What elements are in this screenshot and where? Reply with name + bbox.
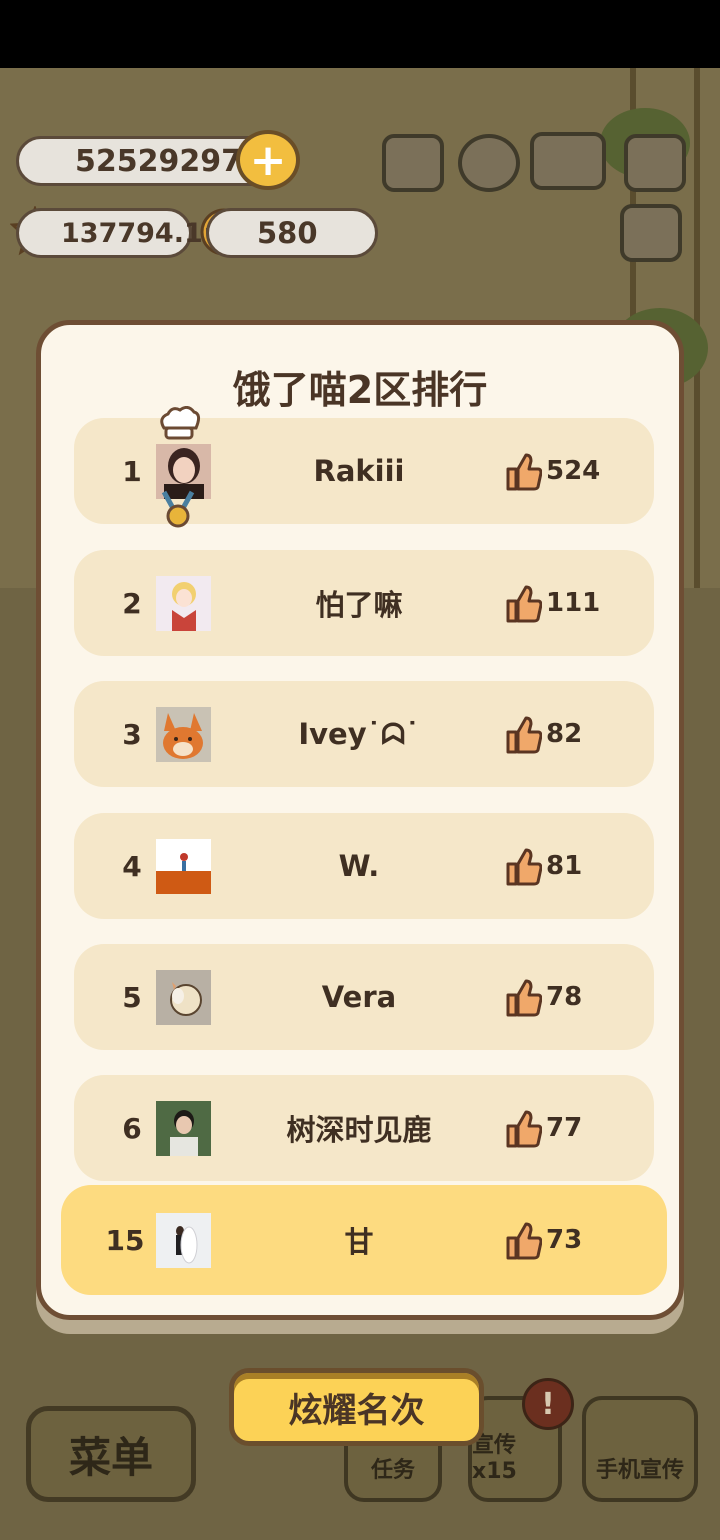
avatar[interactable] (156, 707, 211, 762)
notice-board-icon[interactable] (620, 204, 682, 262)
like-count: 524 (546, 456, 601, 486)
likes: 81 (504, 813, 582, 919)
like-count: 82 (546, 719, 583, 749)
player-name: 树深时见鹿 (286, 1113, 432, 1147)
status-bar (0, 0, 720, 68)
likes: 82 (504, 681, 582, 787)
likes: 78 (504, 944, 582, 1050)
rank-number: 15 (105, 1223, 145, 1257)
phone-promo-button[interactable]: 手机宣传 (582, 1396, 698, 1502)
ranking-row[interactable]: 4 W. 81 (74, 813, 654, 919)
alert-icon: ! (522, 1378, 574, 1430)
star-count: 137794.1 (61, 217, 203, 249)
star-counter: 137794.1 (16, 208, 203, 258)
add-coins-button[interactable]: + (236, 130, 300, 190)
like-count: 111 (546, 588, 601, 618)
player-name: 怕了嘛 (315, 588, 403, 622)
rank-number: 2 (122, 586, 142, 620)
modal-title: 饿了喵2区排行 (232, 368, 488, 412)
rank-number: 1 (122, 454, 142, 488)
book-icon[interactable] (530, 132, 606, 190)
bell-counter: 580 (206, 208, 378, 258)
avatar[interactable] (156, 576, 211, 631)
ranking-row[interactable]: 3 Ivey˙ᗣ˙ 82 (74, 681, 654, 787)
ranking-modal: 饿了喵2区排行 1 Rakiii 524 2 怕了嘛 111 3 Ivey˙ᗣ˙… (36, 320, 684, 1320)
likes: 524 (504, 418, 600, 524)
like-count: 73 (546, 1225, 583, 1255)
ranking-row[interactable]: 6 树深时见鹿 77 (74, 1075, 654, 1181)
thumbs-up-icon (506, 716, 542, 754)
avatar[interactable] (156, 1213, 211, 1268)
player-name: Vera (321, 980, 397, 1014)
thumbs-up-icon (506, 453, 542, 491)
player-name: W. (338, 849, 380, 883)
leaderboard-icon[interactable] (382, 134, 444, 192)
self-ranking-row[interactable]: 15 甘 73 (61, 1185, 667, 1295)
show-rank-button[interactable]: 炫耀名次 (229, 1368, 484, 1446)
bell-count: 580 (257, 216, 318, 250)
avatar[interactable] (156, 839, 211, 894)
like-count: 81 (546, 851, 583, 881)
thumbs-up-icon (506, 979, 542, 1017)
likes: 111 (504, 550, 600, 656)
likes: 77 (504, 1075, 582, 1181)
coin-count: 525292973 (75, 143, 263, 179)
like-count: 78 (546, 982, 583, 1012)
chef-hat-icon (160, 406, 201, 440)
rank-number: 5 (122, 980, 142, 1014)
rank-number: 3 (122, 717, 142, 751)
player-name: 甘 (344, 1225, 374, 1259)
avatar[interactable] (156, 970, 211, 1025)
player-name: Ivey˙ᗣ˙ (298, 716, 420, 751)
rank-number: 4 (122, 849, 142, 883)
ranking-row[interactable]: 2 怕了嘛 111 (74, 550, 654, 656)
avatar[interactable] (156, 1101, 211, 1156)
menu-button[interactable]: 菜单 (26, 1406, 196, 1502)
player-name: Rakiii (313, 454, 405, 488)
thumbs-up-icon (506, 1110, 542, 1148)
thumbs-up-icon (506, 1222, 542, 1260)
gear-icon[interactable] (458, 134, 520, 192)
medal-icon (161, 490, 195, 528)
rank-number: 6 (122, 1111, 142, 1145)
thumbs-up-icon (506, 585, 542, 623)
camera-icon[interactable] (624, 134, 686, 192)
thumbs-up-icon (506, 848, 542, 886)
likes: 73 (504, 1185, 582, 1295)
ranking-row[interactable]: 5 Vera 78 (74, 944, 654, 1050)
like-count: 77 (546, 1113, 583, 1143)
